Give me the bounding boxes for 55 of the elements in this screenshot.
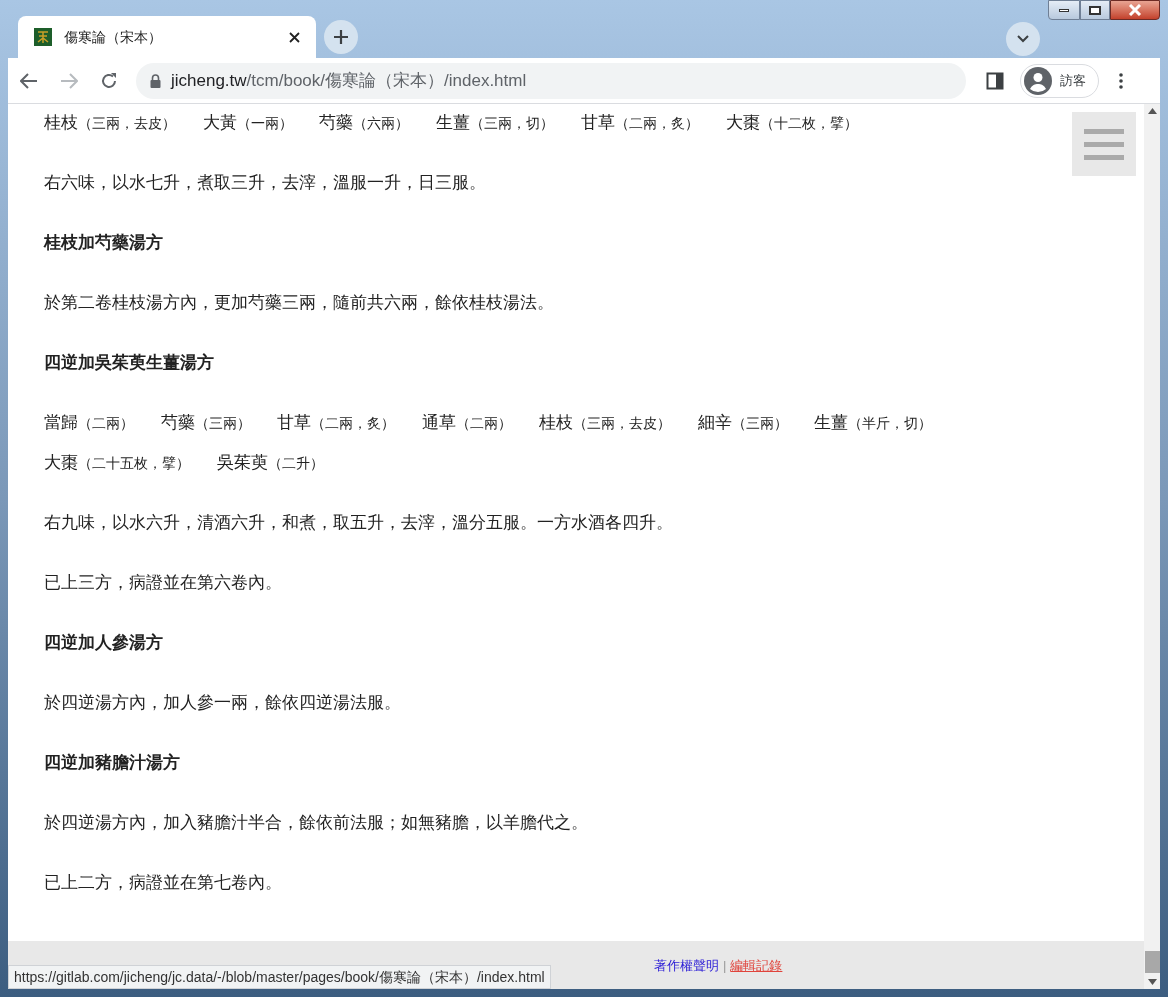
url-text: jicheng.tw/tcm/book/傷寒論（宋本）/index.html bbox=[171, 69, 527, 92]
ingredient: 大棗（十二枚，擘） bbox=[725, 113, 858, 132]
ingredient: 芍藥（三兩） bbox=[160, 413, 251, 432]
close-icon[interactable] bbox=[289, 31, 300, 43]
footer-link[interactable]: 編輯記錄 bbox=[730, 956, 783, 976]
favicon-icon bbox=[34, 28, 52, 46]
scrollbar-thumb[interactable] bbox=[1144, 951, 1160, 973]
tab-search-button[interactable] bbox=[1006, 22, 1040, 56]
paragraph: 已上二方，病證並在第七卷內。 bbox=[44, 872, 283, 894]
scroll-down-icon[interactable] bbox=[1147, 979, 1157, 985]
paragraph: 於第二卷桂枝湯方內，更加芍藥三兩，隨前共六兩，餘依桂枝湯法。 bbox=[44, 292, 555, 314]
recipe-heading: 四逆加吳茱萸生薑湯方 bbox=[44, 352, 215, 374]
recipe-heading: 桂枝加芍藥湯方 bbox=[44, 232, 164, 254]
ingredient: 通草（二兩） bbox=[422, 413, 513, 432]
chevron-down-icon bbox=[1017, 35, 1029, 43]
ingredient: 吳茱萸（二升） bbox=[216, 453, 324, 472]
close-button[interactable] bbox=[1110, 0, 1160, 20]
ingredient: 當歸（二兩） bbox=[44, 413, 134, 432]
ingredient: 桂枝（三兩，去皮） bbox=[44, 113, 176, 132]
more-menu-icon[interactable] bbox=[1119, 72, 1123, 89]
lock-icon bbox=[150, 73, 161, 88]
ingredient: 桂枝（三兩，去皮） bbox=[538, 413, 671, 432]
new-tab-button[interactable] bbox=[324, 20, 358, 54]
scroll-up-icon[interactable] bbox=[1147, 108, 1157, 114]
paragraph: 於四逆湯方內，加入豬膽汁半合，餘依前法服；如無豬膽，以羊膽代之。 bbox=[44, 812, 589, 834]
address-bar[interactable]: jicheng.tw/tcm/book/傷寒論（宋本）/index.html bbox=[136, 62, 966, 99]
paragraph: 於四逆湯方內，加人參一兩，餘依四逆湯法服。 bbox=[44, 692, 402, 714]
ingredient: 甘草（二兩，炙） bbox=[277, 413, 396, 432]
minimize-button[interactable] bbox=[1048, 0, 1080, 20]
ingredient: 芍藥（六兩） bbox=[319, 113, 410, 132]
ingredient: 生薑（半斤，切） bbox=[814, 413, 933, 432]
plus-icon bbox=[333, 29, 349, 45]
avatar-icon bbox=[1024, 66, 1052, 95]
reload-icon[interactable] bbox=[100, 71, 118, 90]
ingredient: 細辛（三兩） bbox=[697, 413, 788, 432]
tab-title: 傷寒論（宋本） bbox=[64, 27, 163, 47]
recipe-heading: 四逆加人參湯方 bbox=[44, 632, 164, 654]
ingredient: 生薑（三兩，切） bbox=[436, 113, 555, 132]
status-url-tooltip: https://gitlab.com/jicheng/jc.data/-/blob/master/pages/book/傷寒論（宋本）/index.html bbox=[8, 965, 551, 989]
recipe-heading: 四逆加豬膽汁湯方 bbox=[44, 752, 181, 774]
paragraph: 右九味，以水六升，清酒六升，和煮，取五升，去滓，溫分五服。一方水酒各四升。 bbox=[44, 512, 674, 534]
paragraph: 已上三方，病證並在第六卷內。 bbox=[44, 572, 283, 594]
maximize-button[interactable] bbox=[1080, 0, 1110, 20]
side-panel-icon[interactable] bbox=[986, 71, 1004, 90]
scrollbar[interactable] bbox=[1144, 104, 1160, 989]
separator-text: | bbox=[723, 957, 727, 976]
browser-tab[interactable]: 傷寒論（宋本） bbox=[18, 16, 316, 58]
ingredient: 甘草（二兩，炙） bbox=[580, 113, 699, 132]
profile-label: 訪客 bbox=[1060, 71, 1086, 90]
back-icon[interactable] bbox=[20, 72, 38, 89]
paragraph: 右六味，以水七升，煮取三升，去滓，溫服一升，日三服。 bbox=[44, 172, 487, 194]
footer-link[interactable]: 著作權聲明 bbox=[654, 956, 719, 976]
ingredient: 大黃（一兩） bbox=[202, 113, 293, 132]
ingredient: 大棗（二十五枚，擘） bbox=[44, 453, 190, 472]
close-icon bbox=[1128, 4, 1142, 16]
